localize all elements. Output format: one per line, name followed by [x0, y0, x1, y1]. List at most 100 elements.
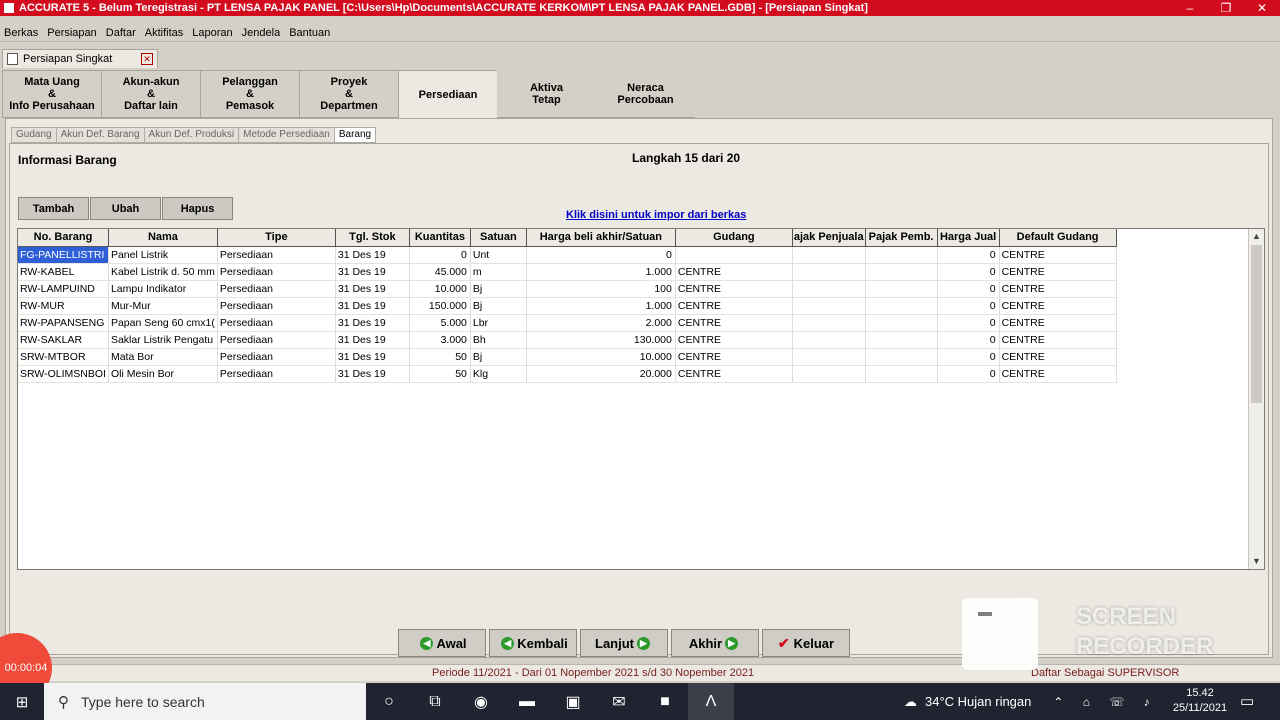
table-cell[interactable]	[865, 263, 938, 281]
table-cell[interactable]: Lampu Indikator	[108, 280, 218, 298]
table-cell[interactable]: 31 Des 19	[335, 365, 410, 383]
document-tab[interactable]: Persiapan Singkat ✕	[2, 49, 158, 68]
table-cell[interactable]: CENTRE	[999, 280, 1117, 298]
close-button[interactable]: ✕	[1244, 1, 1280, 15]
tab-mata-uang[interactable]: Mata Uang & Info Perusahaan	[2, 70, 101, 118]
table-row[interactable]: RW-KABEL Kabel Listrik d. 50 mm Persediaan…	[18, 263, 1117, 281]
subtab-akun-def-produksi[interactable]: Akun Def. Produksi	[143, 127, 239, 143]
column-header[interactable]: No. Barang	[18, 229, 109, 247]
table-cell[interactable]: 0	[409, 246, 471, 264]
table-cell[interactable]: 45.000	[409, 263, 471, 281]
table-cell[interactable]	[792, 246, 866, 264]
table-cell[interactable]: Saklar Listrik Pengatu	[108, 331, 218, 349]
table-cell[interactable]: 0	[526, 246, 676, 264]
table-row[interactable]: RW-LAMPUIND Lampu Indikator Persediaan 31 D…	[18, 280, 1117, 298]
table-cell[interactable]: Unt	[470, 246, 527, 264]
table-cell[interactable]: CENTRE	[675, 280, 793, 298]
first-button[interactable]: ◀ Awal	[398, 629, 486, 657]
table-cell[interactable]: 10.000	[526, 348, 676, 366]
subtab-barang[interactable]: Barang	[333, 127, 377, 143]
table-cell[interactable]: 2.000	[526, 314, 676, 332]
add-button[interactable]: Tambah	[18, 197, 89, 220]
taskbar-clock[interactable]: 15.42 25/11/2021	[1172, 686, 1228, 716]
table-cell[interactable]	[865, 297, 938, 315]
column-header[interactable]: ajak Penjuala	[792, 229, 866, 247]
table-cell[interactable]: 0	[937, 246, 1000, 264]
table-cell[interactable]: 31 Des 19	[335, 263, 410, 281]
notification-icon[interactable]: ▭	[1240, 692, 1254, 710]
table-cell[interactable]	[865, 348, 938, 366]
table-cell[interactable]	[792, 314, 866, 332]
taskbar-search[interactable]: ⚲ Type here to search	[44, 683, 366, 720]
menu-daftar[interactable]: Daftar	[102, 27, 141, 39]
column-header[interactable]: Gudang	[675, 229, 793, 247]
table-cell[interactable]: Bj	[470, 280, 527, 298]
table-cell[interactable]	[675, 246, 793, 264]
tab-aktiva-tetap[interactable]: Aktiva Tetap	[497, 70, 596, 118]
table-cell[interactable]	[792, 365, 866, 383]
menu-aktifitas[interactable]: Aktifitas	[141, 27, 189, 39]
table-cell[interactable]: Panel Listrik	[108, 246, 218, 264]
table-cell[interactable]: RW-MUR	[18, 297, 109, 315]
table-cell[interactable]: 0	[937, 365, 1000, 383]
edge-browser-icon[interactable]: ◉	[458, 683, 504, 720]
column-header[interactable]: Tgl. Stok	[335, 229, 410, 247]
table-cell[interactable]: CENTRE	[999, 246, 1117, 264]
column-header[interactable]: Satuan	[470, 229, 527, 247]
table-cell[interactable]: Klg	[470, 365, 527, 383]
table-cell[interactable]: 0	[937, 280, 1000, 298]
table-cell[interactable]: Bj	[470, 297, 527, 315]
table-cell[interactable]	[792, 348, 866, 366]
table-cell[interactable]: Mata Bor	[108, 348, 218, 366]
table-cell[interactable]: RW-SAKLAR	[18, 331, 109, 349]
tab-pelanggan[interactable]: Pelanggan & Pemasok	[200, 70, 299, 118]
column-header[interactable]: Pajak Pemb.	[865, 229, 938, 247]
scroll-thumb[interactable]	[1251, 245, 1262, 403]
table-cell[interactable]: 31 Des 19	[335, 246, 410, 264]
table-cell[interactable]	[792, 297, 866, 315]
mail-icon[interactable]: ✉	[596, 683, 642, 720]
table-cell[interactable]: Persediaan	[217, 263, 336, 281]
table-cell[interactable]: Persediaan	[217, 365, 336, 383]
table-cell[interactable]	[792, 280, 866, 298]
minimize-button[interactable]: –	[1172, 1, 1208, 15]
menu-bantuan[interactable]: Bantuan	[285, 27, 335, 39]
table-cell[interactable]: Papan Seng 60 cmx1(	[108, 314, 218, 332]
column-header[interactable]: Harga Jual	[937, 229, 1000, 247]
table-cell[interactable]: CENTRE	[999, 297, 1117, 315]
subtab-gudang[interactable]: Gudang	[11, 127, 56, 143]
column-header[interactable]: Nama	[108, 229, 218, 247]
back-button[interactable]: ◀ Kembali	[489, 629, 577, 657]
recorder-app-icon[interactable]: ■	[642, 683, 688, 720]
items-grid[interactable]: No. Barang Nama Tipe Tgl. Stok Kuantitas Satu…	[17, 228, 1265, 570]
table-cell[interactable]: 0	[937, 263, 1000, 281]
table-cell[interactable]: FG-PANELLISTRI	[18, 246, 109, 264]
table-cell[interactable]: 31 Des 19	[335, 348, 410, 366]
column-header[interactable]: Tipe	[217, 229, 336, 247]
vertical-scrollbar[interactable]: ▲ ▼	[1248, 229, 1264, 569]
table-cell[interactable]: RW-PAPANSENG	[18, 314, 109, 332]
table-cell[interactable]: 31 Des 19	[335, 314, 410, 332]
table-cell[interactable]: 0	[937, 331, 1000, 349]
weather-text[interactable]: 34°C Hujan ringan	[925, 694, 1031, 709]
edit-button[interactable]: Ubah	[90, 197, 161, 220]
import-link[interactable]: Klik disini untuk impor dari berkas	[566, 209, 746, 221]
table-cell[interactable]: CENTRE	[999, 348, 1117, 366]
table-cell[interactable]: 130.000	[526, 331, 676, 349]
table-cell[interactable]: CENTRE	[675, 314, 793, 332]
tab-neraca-percobaan[interactable]: Neraca Percobaan	[596, 70, 695, 118]
table-cell[interactable]: 50	[409, 365, 471, 383]
last-button[interactable]: Akhir ▶	[671, 629, 759, 657]
table-cell[interactable]: 31 Des 19	[335, 331, 410, 349]
table-cell[interactable]: Kabel Listrik d. 50 mm	[108, 263, 218, 281]
menu-berkas[interactable]: Berkas	[0, 27, 43, 39]
column-header[interactable]: Default Gudang	[999, 229, 1117, 247]
restore-button[interactable]: ❐	[1208, 1, 1244, 15]
next-button[interactable]: Lanjut ▶	[580, 629, 668, 657]
table-cell[interactable]: 10.000	[409, 280, 471, 298]
table-cell[interactable]	[865, 314, 938, 332]
delete-button[interactable]: Hapus	[162, 197, 233, 220]
accurate-app-icon[interactable]: Λ	[688, 683, 734, 720]
recorder-stop-button[interactable]	[962, 598, 1038, 670]
table-row[interactable]: RW-MUR Mur-Mur Persediaan 31 Des 19 150.000 B…	[18, 297, 1117, 315]
